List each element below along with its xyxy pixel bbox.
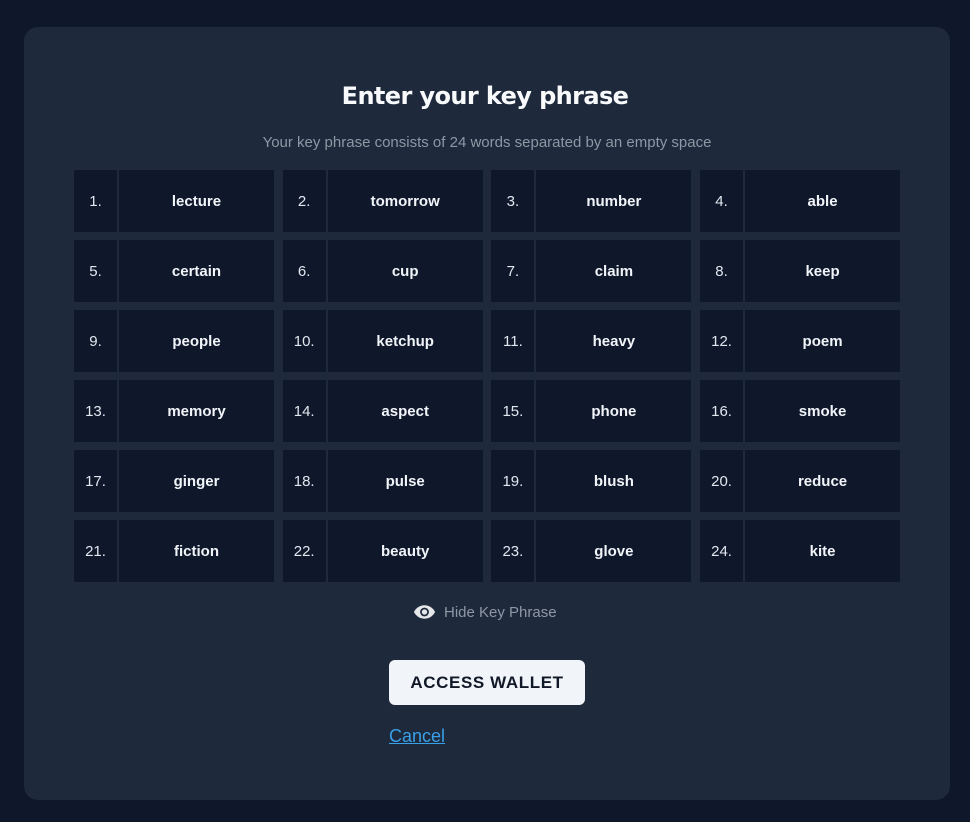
word-input[interactable]: number: [536, 170, 691, 232]
word-cell: 23. glove: [491, 520, 692, 582]
word-cell: 5. certain: [74, 240, 274, 302]
word-cell: 14. aspect: [282, 380, 483, 442]
word-cell: 17. ginger: [74, 450, 274, 512]
word-input[interactable]: glove: [536, 520, 691, 582]
key-phrase-grid: 1. lecture 2. tomorrow 3. number 4. able 5. certa…: [74, 170, 901, 582]
word-cell: 10. ketchup: [282, 310, 483, 372]
word-cell: 15. phone: [491, 380, 692, 442]
word-input[interactable]: poem: [745, 310, 900, 372]
word-cell: 4. able: [700, 170, 901, 232]
access-wallet-button[interactable]: ACCESS WALLET: [389, 660, 585, 705]
word-number: 21.: [74, 520, 119, 582]
word-input[interactable]: smoke: [745, 380, 900, 442]
word-cell: 3. number: [491, 170, 692, 232]
word-cell: 13. memory: [74, 380, 274, 442]
word-input[interactable]: claim: [536, 240, 691, 302]
word-number: 7.: [491, 240, 537, 302]
word-number: 15.: [491, 380, 537, 442]
word-input[interactable]: tomorrow: [328, 170, 483, 232]
word-input[interactable]: certain: [119, 240, 274, 302]
word-number: 18.: [283, 450, 328, 512]
word-input[interactable]: beauty: [328, 520, 483, 582]
word-input[interactable]: kite: [745, 520, 900, 582]
word-input[interactable]: memory: [119, 380, 274, 442]
word-number: 16.: [700, 380, 746, 442]
hide-key-phrase-toggle[interactable]: Hide Key Phrase: [413, 601, 557, 623]
word-cell: 8. keep: [700, 240, 901, 302]
word-number: 8.: [700, 240, 746, 302]
page-title: Enter your key phrase: [341, 82, 629, 110]
word-number: 3.: [491, 170, 537, 232]
word-cell: 19. blush: [491, 450, 692, 512]
word-number: 19.: [491, 450, 537, 512]
eye-icon: [413, 605, 436, 619]
word-input[interactable]: aspect: [328, 380, 483, 442]
word-number: 2.: [283, 170, 328, 232]
word-number: 10.: [283, 310, 328, 372]
word-input[interactable]: phone: [536, 380, 691, 442]
word-number: 1.: [74, 170, 119, 232]
word-cell: 7. claim: [491, 240, 692, 302]
word-number: 4.: [700, 170, 746, 232]
word-cell: 20. reduce: [700, 450, 901, 512]
word-number: 22.: [283, 520, 328, 582]
word-input[interactable]: able: [745, 170, 900, 232]
word-input[interactable]: pulse: [328, 450, 483, 512]
word-input[interactable]: blush: [536, 450, 691, 512]
word-number: 9.: [74, 310, 119, 372]
word-cell: 11. heavy: [491, 310, 692, 372]
word-number: 23.: [491, 520, 537, 582]
page-subtitle: Your key phrase consists of 24 words sep…: [262, 134, 712, 151]
word-cell: 9. people: [74, 310, 274, 372]
word-cell: 12. poem: [700, 310, 901, 372]
word-input[interactable]: keep: [745, 240, 900, 302]
word-cell: 1. lecture: [74, 170, 274, 232]
word-input[interactable]: lecture: [119, 170, 274, 232]
word-number: 17.: [74, 450, 119, 512]
word-number: 6.: [283, 240, 328, 302]
word-cell: 2. tomorrow: [282, 170, 483, 232]
word-cell: 22. beauty: [282, 520, 483, 582]
word-input[interactable]: ginger: [119, 450, 274, 512]
word-input[interactable]: ketchup: [328, 310, 483, 372]
word-number: 13.: [74, 380, 119, 442]
word-number: 20.: [700, 450, 746, 512]
word-input[interactable]: people: [119, 310, 274, 372]
word-number: 24.: [700, 520, 746, 582]
word-cell: 24. kite: [700, 520, 901, 582]
word-input[interactable]: reduce: [745, 450, 900, 512]
word-number: 11.: [491, 310, 537, 372]
word-input[interactable]: cup: [328, 240, 483, 302]
hide-key-phrase-label: Hide Key Phrase: [444, 603, 557, 621]
word-number: 12.: [700, 310, 746, 372]
word-cell: 16. smoke: [700, 380, 901, 442]
word-cell: 21. fiction: [74, 520, 274, 582]
word-input[interactable]: fiction: [119, 520, 274, 582]
word-cell: 18. pulse: [282, 450, 483, 512]
word-number: 5.: [74, 240, 119, 302]
word-number: 14.: [283, 380, 328, 442]
word-input[interactable]: heavy: [536, 310, 691, 372]
word-cell: 6. cup: [282, 240, 483, 302]
cancel-link[interactable]: Cancel: [389, 726, 445, 747]
